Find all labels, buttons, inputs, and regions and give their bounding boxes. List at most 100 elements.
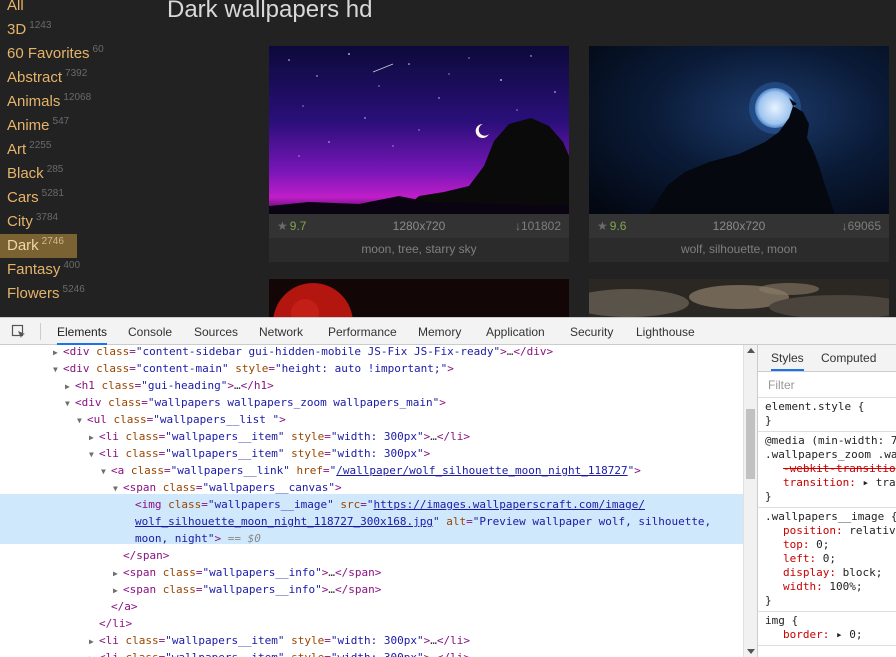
styles-filter-input[interactable]: Filter (758, 372, 896, 398)
expand-arrow-icon[interactable]: ▶ (89, 429, 99, 446)
expand-arrow-icon[interactable]: ▶ (113, 582, 123, 599)
tab-sources[interactable]: Sources (194, 318, 238, 345)
dom-src-link-cont[interactable]: wolf_silhouette_moon_night_118727_300x16… (135, 515, 433, 528)
tab-computed[interactable]: Computed (821, 345, 876, 371)
scroll-up-arrow-icon[interactable] (747, 348, 755, 353)
dom-node[interactable]: ▼ <li class="wallpapers__item" style="wid… (89, 445, 430, 462)
dom-node[interactable]: ▶ <div class="content-sidebar gui-hidden-… (53, 345, 553, 360)
tab-network[interactable]: Network (259, 318, 303, 345)
wallpaper-card[interactable]: ★ 9.6 1280x720 ↓69065 wolf, silhouette, m… (589, 46, 889, 262)
dom-node[interactable]: ▼ <ul class="wallpapers__list "> (77, 411, 286, 428)
scroll-down-arrow-icon[interactable] (747, 649, 755, 654)
wallpaper-card[interactable]: ★ 9.7 1280x720 ↓101802 moon, tree, starry… (269, 46, 569, 262)
dom-closing-tag[interactable]: </li> (99, 615, 132, 632)
category-link-dark[interactable]: Dark 2746 (0, 234, 77, 258)
website-viewport: All 3D 1243 60 Favorites 60 Abstract 7392 A… (0, 0, 896, 317)
dom-node[interactable]: ▼ <div class="wallpapers wallpapers_zoom … (65, 394, 446, 411)
wallpaper-card[interactable] (269, 279, 569, 317)
expand-arrow-icon[interactable]: ▶ (89, 650, 99, 657)
category-count: 7392 (65, 68, 88, 79)
wallpaper-thumbnail[interactable] (589, 46, 889, 214)
category-link-city[interactable]: City 3784 (0, 210, 160, 234)
wallpaper-thumbnail[interactable] (589, 279, 889, 317)
dom-node[interactable]: ▶ <h1 class="gui-heading">…</h1> (65, 377, 274, 394)
expand-arrow-icon[interactable]: ▶ (53, 345, 63, 361)
dom-node[interactable]: ▶ <span class="wallpapers__info">…</span> (113, 581, 381, 598)
category-link-flowers[interactable]: Flowers 5246 (0, 282, 160, 306)
css-property[interactable]: border: ▸ 0; (765, 628, 896, 642)
category-name: Flowers (7, 285, 60, 302)
collapse-arrow-icon[interactable]: ▼ (65, 395, 75, 412)
css-rule-img[interactable]: img { border: ▸ 0; (758, 612, 896, 646)
wallpaper-tags: moon, tree, starry sky (269, 238, 569, 262)
category-link-black[interactable]: Black 285 (0, 162, 160, 186)
category-name: City (7, 213, 33, 230)
dom-closing-tag[interactable]: </span> (123, 547, 169, 564)
category-link-60-favorites[interactable]: 60 Favorites 60 (0, 42, 160, 66)
tab-memory[interactable]: Memory (418, 318, 461, 345)
category-link-3d[interactable]: 3D 1243 (0, 18, 160, 42)
rating-value: 9.6 (609, 219, 627, 233)
category-name: 60 Favorites (7, 45, 90, 62)
styles-pane: Styles Computed Filter element.style { }… (757, 345, 896, 657)
css-property[interactable]: position: relativ (765, 524, 896, 538)
dom-node[interactable]: ▼ <span class="wallpapers__canvas"> (113, 479, 342, 496)
wallpaper-card[interactable] (589, 279, 889, 317)
expand-arrow-icon[interactable]: ▶ (113, 565, 123, 582)
dom-src-link[interactable]: https://images.wallpaperscraft.com/image… (373, 498, 645, 511)
tab-security[interactable]: Security (570, 318, 613, 345)
css-rule-wallpapers-zoom[interactable]: @media (min-width: 7 .wallpapers_zoom .w… (758, 432, 896, 508)
dom-node[interactable]: ▶<li class="wallpapers__item" style="wid… (89, 632, 470, 649)
dom-node-selected[interactable]: <img class="wallpapers__image" src="http… (135, 496, 645, 513)
dom-href-link[interactable]: /wallpaper/wolf_silhouette_moon_night_11… (336, 464, 627, 477)
tab-styles[interactable]: Styles (771, 345, 804, 371)
category-link-animals[interactable]: Animals 12068 (0, 90, 160, 114)
css-property[interactable]: transition: ▸ tran (765, 476, 896, 490)
tab-application[interactable]: Application (486, 318, 545, 345)
collapse-arrow-icon[interactable]: ▼ (113, 480, 123, 497)
wallpaper-thumbnail[interactable] (269, 46, 569, 214)
expand-arrow-icon[interactable]: ▶ (89, 633, 99, 650)
collapse-arrow-icon[interactable]: ▼ (77, 412, 87, 429)
inspect-element-icon[interactable] (11, 324, 27, 340)
tab-performance[interactable]: Performance (328, 318, 397, 345)
wallpaper-rating: ★ 9.7 (277, 219, 367, 233)
category-count: 547 (52, 116, 70, 127)
css-property[interactable]: top: 0; (765, 538, 896, 552)
elements-dom-tree[interactable]: ▶ <div class="content-sidebar gui-hidden-… (0, 345, 743, 657)
category-link-abstract[interactable]: Abstract 7392 (0, 66, 160, 90)
expand-arrow-icon[interactable]: ▶ (65, 378, 75, 395)
tab-elements[interactable]: Elements (57, 318, 108, 345)
category-link-art[interactable]: Art 2255 (0, 138, 160, 162)
dom-node[interactable]: ▼ <a class="wallpapers__link" href="/wall… (101, 462, 641, 479)
category-name: Black (7, 165, 44, 182)
starry-sky-image (269, 46, 569, 214)
css-property[interactable]: width: 100%; (765, 580, 896, 594)
css-selector: .wallpapers__image { (765, 510, 896, 523)
red-moon-image (269, 279, 569, 317)
tab-lighthouse[interactable]: Lighthouse (636, 318, 695, 345)
css-rule-element-style[interactable]: element.style { } (758, 398, 896, 432)
tab-console[interactable]: Console (128, 318, 172, 345)
category-link-fantasy[interactable]: Fantasy 400 (0, 258, 160, 282)
css-property-overridden[interactable]: -webkit-transitio (765, 462, 896, 476)
category-link-all[interactable]: All (0, 0, 160, 18)
devtools-panel: Elements Console Sources Network Perform… (0, 317, 896, 657)
css-property[interactable]: left: 0; (765, 552, 896, 566)
dom-node[interactable]: ▶<li class="wallpapers__item" style="wid… (89, 428, 470, 445)
css-property[interactable]: display: block; (765, 566, 896, 580)
category-link-cars[interactable]: Cars 5281 (0, 186, 160, 210)
collapse-arrow-icon[interactable]: ▼ (89, 446, 99, 463)
elements-scrollbar[interactable] (743, 345, 757, 657)
scrollbar-thumb[interactable] (746, 409, 755, 479)
css-rule-wallpapers-image[interactable]: .wallpapers__image { position: relativ t… (758, 508, 896, 612)
dom-node[interactable]: ▼ <div class="content-main" style="height… (53, 360, 454, 377)
dom-node[interactable]: ▶ <span class="wallpapers__info">…</span> (113, 564, 381, 581)
wallpaper-thumbnail[interactable] (269, 279, 569, 317)
dom-node[interactable]: ▶<li class="wallpapers__item" style="wid… (89, 649, 470, 657)
collapse-arrow-icon[interactable]: ▼ (101, 463, 111, 480)
collapse-arrow-icon[interactable]: ▼ (53, 361, 63, 378)
dom-closing-tag[interactable]: </a> (111, 598, 138, 615)
wallpaper-resolution: 1280x720 (392, 219, 446, 233)
category-link-anime[interactable]: Anime 547 (0, 114, 160, 138)
